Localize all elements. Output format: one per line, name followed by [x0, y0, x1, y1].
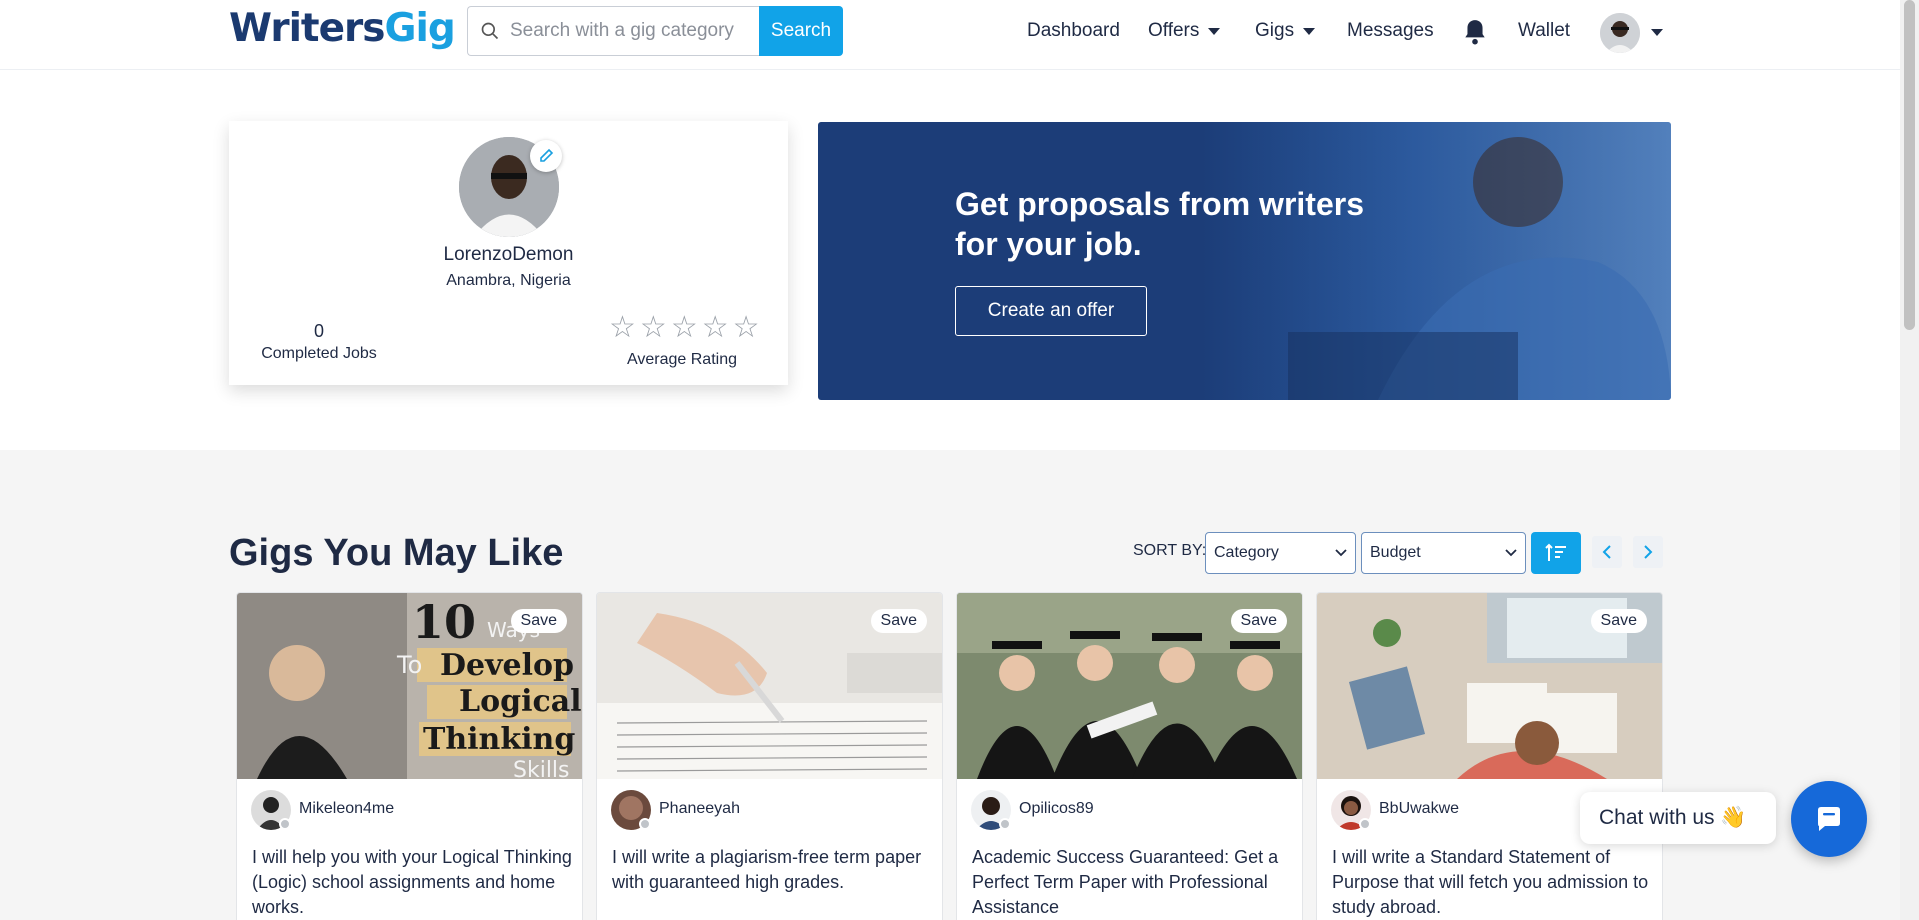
chevron-down-icon[interactable]: [1651, 29, 1663, 36]
gig-title[interactable]: I will write a plagiarism-free term pape…: [612, 845, 932, 895]
user-avatar[interactable]: [1600, 13, 1640, 53]
card1-image-logical: Logical: [459, 684, 582, 719]
hero-heading: Get proposals from writers for your job.: [955, 186, 1364, 262]
completed-jobs-label: Completed Jobs: [261, 345, 377, 362]
gig-title[interactable]: I will write a Standard Statement of Pur…: [1332, 845, 1652, 920]
nav-gigs-dropdown[interactable]: Gigs: [1255, 20, 1316, 42]
nav-messages[interactable]: Messages: [1347, 20, 1434, 42]
card1-image-number: 10: [412, 595, 476, 649]
search-form: Search: [467, 6, 843, 56]
star-icon: ☆: [639, 311, 667, 344]
gig-card[interactable]: Save BbUwakwe I will write a Standard St…: [1316, 592, 1663, 920]
nav-gigs-label: Gigs: [1255, 20, 1295, 41]
gig-title[interactable]: Academic Success Guaranteed: Get a Perfe…: [972, 845, 1292, 920]
carousel-next-button[interactable]: [1633, 536, 1663, 568]
profile-card: LorenzoDemon Anambra, Nigeria 0 Complete…: [229, 121, 788, 385]
card1-image-develop: Develop: [440, 648, 574, 683]
card1-image-skills: Skills: [513, 758, 570, 779]
chevron-down-icon: [1303, 27, 1316, 35]
author-name[interactable]: Mikeleon4me: [299, 800, 394, 818]
save-gig-button[interactable]: Save: [510, 609, 567, 633]
nav-offers-label: Offers: [1148, 20, 1200, 41]
sort-budget-value: Budget: [1370, 544, 1421, 561]
search-icon: [481, 22, 499, 40]
status-indicator: [639, 818, 651, 830]
chat-launcher-button[interactable]: [1791, 781, 1867, 857]
gigs-section: Gigs You May Like SORT BY: Category Budg…: [0, 450, 1900, 920]
gig-card[interactable]: 10 Ways To Develop Logical Thinking Skil…: [236, 592, 583, 920]
save-gig-button[interactable]: Save: [1230, 609, 1287, 633]
card1-image-thinking: Thinking: [423, 722, 575, 757]
star-icon: ☆: [701, 311, 729, 344]
status-indicator: [999, 818, 1011, 830]
author-name[interactable]: BbUwakwe: [1379, 800, 1459, 818]
gig-card[interactable]: Save Opilicos89 Academic Success Guarant…: [956, 592, 1303, 920]
gig-card[interactable]: Save Phaneeyah I will write a plagiarism…: [596, 592, 943, 920]
chevron-left-icon: [1602, 545, 1611, 559]
profile-location: Anambra, Nigeria: [446, 272, 571, 289]
chat-with-us-bubble[interactable]: Chat with us 👋: [1580, 792, 1776, 844]
card1-image-to: To: [396, 651, 422, 679]
sort-by-label: SORT BY:: [1133, 542, 1207, 559]
sort-category-select[interactable]: Category: [1205, 532, 1356, 574]
chevron-down-icon: [1335, 549, 1347, 557]
save-gig-button[interactable]: Save: [870, 609, 927, 633]
save-gig-button[interactable]: Save: [1590, 609, 1647, 633]
gig-title[interactable]: I will help you with your Logical Thinki…: [252, 845, 572, 920]
nav-offers-dropdown[interactable]: Offers: [1148, 20, 1221, 42]
gigs-section-title: Gigs You May Like: [229, 532, 564, 574]
pencil-icon: [540, 148, 554, 162]
sort-order-button[interactable]: [1531, 532, 1581, 574]
sort-category-value: Category: [1214, 544, 1279, 561]
chevron-right-icon: [1644, 545, 1653, 559]
top-navbar: WritersGig Search Dashboard Offers Gigs …: [0, 0, 1900, 70]
nav-wallet[interactable]: Wallet: [1518, 20, 1570, 42]
hero-banner: Get proposals from writers for your job.…: [818, 122, 1671, 400]
status-indicator: [279, 818, 291, 830]
chat-icon: [1818, 807, 1840, 831]
completed-jobs-count: 0: [313, 321, 324, 341]
star-icon: ☆: [732, 311, 760, 344]
writersgig-logo[interactable]: WritersGig: [229, 6, 456, 51]
search-input[interactable]: [510, 20, 740, 42]
logo-text-writers: Writers: [229, 6, 385, 51]
create-offer-button[interactable]: Create an offer: [955, 286, 1147, 336]
rating-stars: ☆ ☆ ☆ ☆ ☆: [609, 313, 760, 343]
status-indicator: [1359, 818, 1371, 830]
author-name[interactable]: Phaneeyah: [659, 800, 740, 818]
nav-dashboard[interactable]: Dashboard: [1027, 20, 1120, 42]
search-button[interactable]: Search: [759, 6, 843, 56]
scrollbar-thumb[interactable]: [1904, 0, 1915, 330]
average-rating-label: Average Rating: [627, 351, 737, 368]
sort-budget-select[interactable]: Budget: [1361, 532, 1526, 574]
carousel-prev-button[interactable]: [1592, 536, 1622, 568]
star-icon: ☆: [670, 311, 698, 344]
bell-icon[interactable]: [1462, 18, 1488, 46]
chevron-down-icon: [1208, 27, 1221, 35]
logo-text-gig: Gig: [384, 6, 455, 51]
edit-profile-button[interactable]: [530, 140, 562, 172]
search-field: [467, 6, 759, 56]
page-scrollbar[interactable]: [1900, 0, 1919, 920]
user-avatar-image: [1600, 13, 1640, 53]
chevron-down-icon: [1505, 549, 1517, 557]
sort-icon: [1545, 543, 1566, 561]
profile-username: LorenzoDemon: [443, 244, 574, 265]
author-name[interactable]: Opilicos89: [1019, 800, 1094, 818]
star-icon: ☆: [609, 311, 636, 344]
